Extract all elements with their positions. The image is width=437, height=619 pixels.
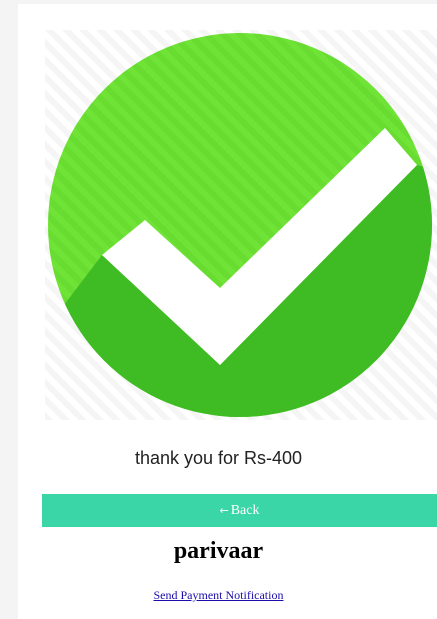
back-button-label: Back [230,502,260,518]
send-payment-notification-link[interactable]: Send Payment Notification [0,588,437,603]
thank-you-message: thank you for Rs-400 [134,448,303,468]
checkmark-success-icon [45,30,437,420]
back-arrow-icon: ← [219,504,229,517]
brand-name: parivaar [173,538,264,564]
page-container: thank you for Rs-400 ← Back parivaar Sen… [18,4,437,619]
back-button[interactable]: ← Back [42,494,437,527]
